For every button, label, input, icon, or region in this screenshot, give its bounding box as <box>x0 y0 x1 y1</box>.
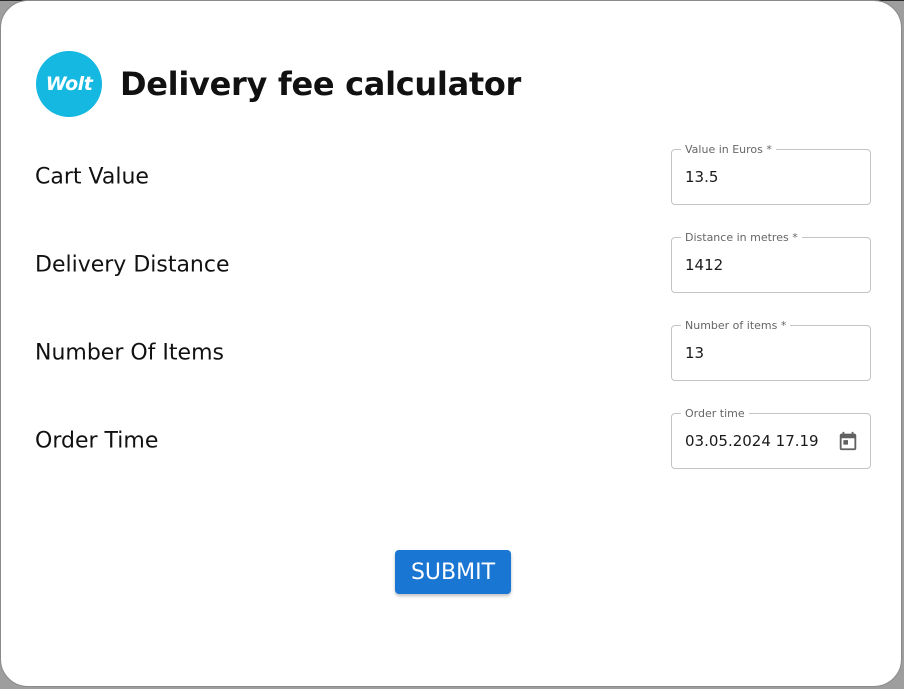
calendar-icon[interactable] <box>837 430 859 452</box>
page-title: Delivery fee calculator <box>120 65 522 103</box>
cart-value-legend: Value in Euros * <box>681 143 776 156</box>
submit-button[interactable]: SUBMIT <box>395 550 511 594</box>
row-cart-value: Cart Value Value in Euros * 13.5 <box>35 143 871 205</box>
delivery-distance-text[interactable]: 1412 <box>685 256 723 274</box>
delivery-distance-label: Delivery Distance <box>35 252 230 278</box>
logo-text: Wolt <box>45 73 93 95</box>
cart-value-text[interactable]: 13.5 <box>685 168 718 186</box>
number-of-items-label: Number Of Items <box>35 340 224 366</box>
delivery-distance-input[interactable]: Distance in metres * 1412 <box>671 231 871 293</box>
header: Wolt Delivery fee calculator <box>36 51 521 117</box>
order-time-text[interactable]: 03.05.2024 17.19 <box>685 432 819 450</box>
order-time-legend: Order time <box>681 407 749 420</box>
order-time-input[interactable]: Order time 03.05.2024 17.19 <box>671 407 871 469</box>
row-delivery-distance: Delivery Distance Distance in metres * 1… <box>35 231 871 293</box>
cart-value-label: Cart Value <box>35 164 149 190</box>
row-order-time: Order Time Order time 03.05.2024 17.19 <box>35 407 871 469</box>
cart-value-input[interactable]: Value in Euros * 13.5 <box>671 143 871 205</box>
order-time-label: Order Time <box>35 428 159 454</box>
wolt-logo: Wolt <box>36 51 102 117</box>
number-of-items-legend: Number of items * <box>681 319 791 332</box>
delivery-distance-legend: Distance in metres * <box>681 231 802 244</box>
number-of-items-input[interactable]: Number of items * 13 <box>671 319 871 381</box>
row-number-of-items: Number Of Items Number of items * 13 <box>35 319 871 381</box>
number-of-items-text[interactable]: 13 <box>685 344 704 362</box>
calculator-card: Wolt Delivery fee calculator Cart Value … <box>0 0 902 687</box>
